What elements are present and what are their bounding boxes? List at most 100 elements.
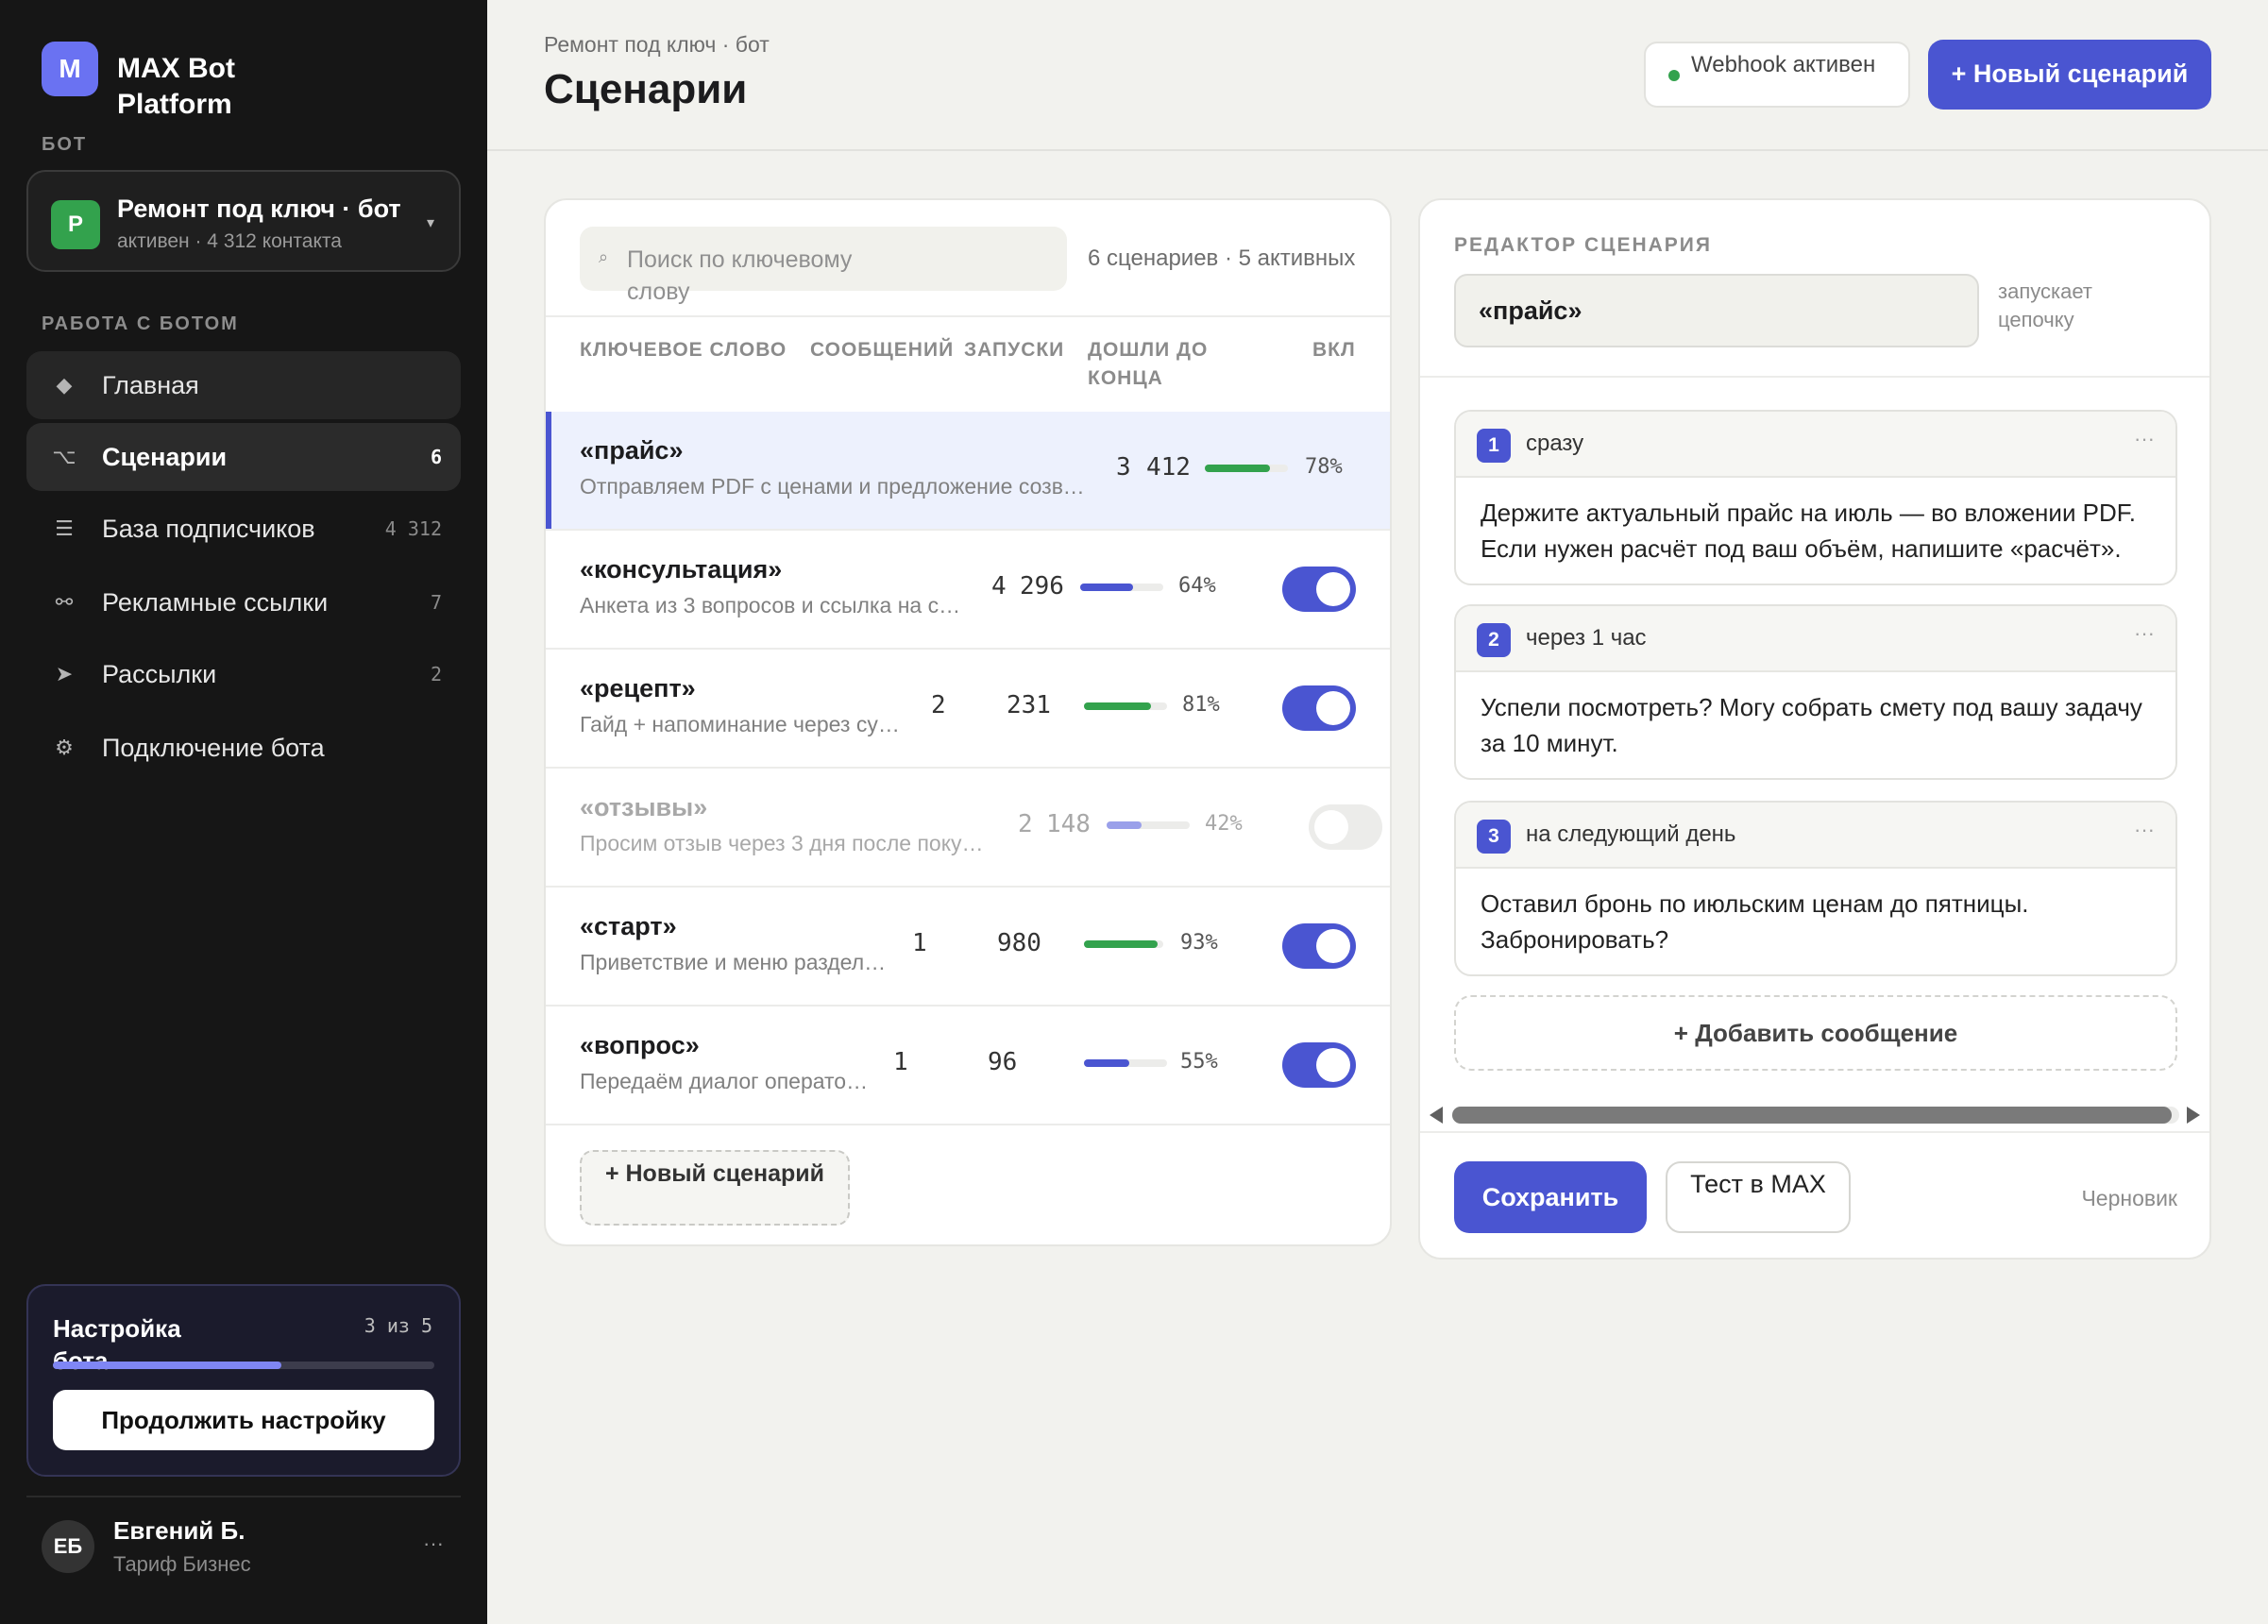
scenario-messages: 3 (1116, 453, 1131, 482)
horizontal-scrollbar[interactable] (1452, 1107, 2179, 1124)
scenario-keyword: «прайс» (580, 436, 684, 465)
message-delay[interactable]: через 1 час (1526, 625, 1647, 651)
scenario-keyword: «старт» (580, 912, 677, 940)
keyword-hint: запускает цепочку (1998, 279, 2092, 331)
editor-title: РЕДАКТОР СЦЕНАРИЯ (1454, 234, 1712, 256)
setup-progress (53, 1362, 434, 1369)
message-delay[interactable]: на следующий день (1526, 821, 1735, 848)
scenario-keyword: «отзывы» (580, 793, 708, 821)
table-row[interactable]: «прайс» Отправляем PDF с ценами и предло… (546, 412, 1390, 531)
save-button[interactable]: Сохранить (1454, 1161, 1647, 1233)
scrollbar-thumb[interactable] (1452, 1107, 2172, 1124)
completion-bar-fill (1084, 1059, 1130, 1067)
table-row[interactable]: «консультация» Анкета из 3 вопросов и сс… (546, 531, 1390, 650)
divider (546, 315, 1390, 317)
webhook-status-badge: Webhook активен (1644, 42, 1910, 108)
setup-count: 3 из 5 (364, 1314, 432, 1337)
setup-progress-fill (53, 1362, 282, 1369)
draft-status: Черновик (2081, 1186, 2177, 1210)
scenario-toggle[interactable] (1282, 1042, 1356, 1088)
message-card[interactable]: 3 на следующий день ··· Оставил бронь по… (1454, 801, 2177, 976)
table-row[interactable]: «старт» Приветствие и меню раздел… 1 980… (546, 888, 1390, 1007)
continue-setup-button[interactable]: Продолжить настройку (53, 1390, 434, 1450)
page-header: Ремонт под ключ · бот Сценарии Webhook а… (487, 0, 2268, 151)
more-icon[interactable]: ··· (2134, 427, 2155, 451)
completion-bar-fill (1107, 821, 1142, 829)
breadcrumb[interactable]: Ремонт под ключ · бот (544, 32, 770, 58)
scenario-messages: 1 (912, 929, 927, 957)
toggle-knob (1316, 1048, 1350, 1082)
scroll-right-arrow-icon[interactable] (2187, 1107, 2200, 1124)
new-scenario-button-bottom[interactable]: + Новый сценарий (580, 1150, 850, 1226)
scenario-description: Гайд + напоминание через сут… (580, 712, 906, 736)
sidebar-item-count: 7 (430, 591, 442, 614)
column-header-messages[interactable]: СООБЩЕНИЙ (810, 336, 954, 364)
scenario-description: Отправляем PDF с ценами и предложение со… (580, 474, 1090, 499)
scenario-editor-panel: РЕДАКТОР СЦЕНАРИЯ «прайс» запускает цепо… (1418, 198, 2211, 1260)
column-header-completion[interactable]: ДОШЛИ ДО КОНЦА (1088, 336, 1239, 393)
more-icon[interactable]: ··· (2134, 621, 2155, 646)
message-text[interactable]: Оставил бронь по июльским ценам до пятни… (1481, 886, 2147, 957)
scenario-messages: 1 (893, 1048, 908, 1076)
scenario-runs: 231 (1007, 691, 1051, 719)
scenario-toggle[interactable] (1282, 685, 1356, 731)
table-row[interactable]: «вопрос» Передаём диалог операто… 1 96 5… (546, 1007, 1390, 1125)
message-delay[interactable]: сразу (1526, 431, 1583, 457)
sidebar-item-count: 2 (430, 663, 442, 685)
test-in-max-button[interactable]: Тест в MAX (1666, 1161, 1851, 1233)
bot-name: Ремонт под ключ · бот (117, 195, 401, 223)
completion-bar (1107, 821, 1190, 829)
sidebar-item-label: База подписчиков (102, 514, 315, 543)
table-row[interactable]: «рецепт» Гайд + напоминание через сут… 2… (546, 650, 1390, 769)
brand-logo: M (42, 42, 98, 96)
bot-switcher[interactable]: Р Ремонт под ключ · бот активен · 4 312 … (26, 170, 461, 272)
sidebar-item-scenarios[interactable]: ⌥ Сценарии 6 (26, 423, 461, 491)
scenario-toggle[interactable] (1282, 923, 1356, 969)
brand-name: MAX Bot Platform (117, 53, 235, 120)
sidebar-item-subscribers[interactable]: ☰ База подписчиков 4 312 (26, 495, 461, 563)
avatar[interactable]: ЕБ (42, 1520, 94, 1573)
sidebar-item-label: Рекламные ссылки (102, 587, 329, 617)
user-plan: Тариф Бизнес (113, 1552, 251, 1576)
scenario-description: Приветствие и меню раздел… (580, 950, 887, 974)
sidebar-item-count: 4 312 (384, 517, 442, 540)
message-text[interactable]: Успели посмотреть? Могу собрать смету по… (1481, 689, 2147, 761)
sidebar-item-bot-connection[interactable]: ⚙ Подключение бота (26, 714, 461, 782)
completion-bar-fill (1084, 940, 1159, 948)
more-icon[interactable]: ··· (423, 1531, 444, 1556)
bot-avatar: Р (51, 200, 100, 249)
message-card[interactable]: 1 сразу ··· Держите актуальный прайс на … (1454, 410, 2177, 585)
message-text[interactable]: Держите актуальный прайс на июль — во вл… (1481, 495, 2147, 567)
new-scenario-button[interactable]: + Новый сценарий (1928, 40, 2211, 110)
completion-bar (1084, 702, 1167, 710)
sidebar: M MAX Bot Platform БОТ Р Ремонт под ключ… (0, 0, 487, 1624)
scenario-messages: 4 (991, 572, 1007, 601)
branch-icon: ⌥ (52, 445, 76, 468)
scroll-left-arrow-icon[interactable] (1430, 1107, 1443, 1124)
completion-percent: 42% (1205, 812, 1243, 836)
scenario-toggle[interactable] (1309, 804, 1382, 850)
message-card[interactable]: 2 через 1 час ··· Успели посмотреть? Мог… (1454, 604, 2177, 780)
more-icon[interactable]: ··· (2134, 818, 2155, 842)
table-row[interactable]: «отзывы» Просим отзыв через 3 дня после … (546, 769, 1390, 888)
completion-bar (1084, 1059, 1167, 1067)
completion-percent: 93% (1180, 931, 1218, 955)
add-message-button[interactable]: + Добавить сообщение (1454, 995, 2177, 1071)
completion-bar-fill (1080, 584, 1134, 591)
sidebar-item-home[interactable]: ◆ Главная (26, 351, 461, 419)
divider (1420, 1131, 2209, 1133)
toggle-knob (1314, 810, 1348, 844)
keyword-input[interactable]: «прайс» (1454, 274, 1979, 347)
completion-percent: 81% (1182, 693, 1220, 717)
column-header-keyword[interactable]: КЛЮЧЕВОЕ СЛОВО (580, 336, 787, 364)
sidebar-item-ad-links[interactable]: ⚯ Рекламные ссылки 7 (26, 568, 461, 636)
list-summary: 6 сценариев · 5 активных (1088, 245, 1356, 271)
link-icon: ⚯ (55, 590, 74, 614)
scenario-runs: 980 (997, 929, 1041, 957)
scenario-runs: 412 (1146, 453, 1191, 482)
completion-bar (1205, 465, 1288, 472)
column-header-runs[interactable]: ЗАПУСКИ (964, 336, 1064, 364)
sidebar-item-broadcasts[interactable]: ➤ Рассылки 2 (26, 640, 461, 708)
scenario-toggle[interactable] (1282, 567, 1356, 612)
search-input[interactable]: ⌕ Поиск по ключевому слову (580, 227, 1067, 305)
